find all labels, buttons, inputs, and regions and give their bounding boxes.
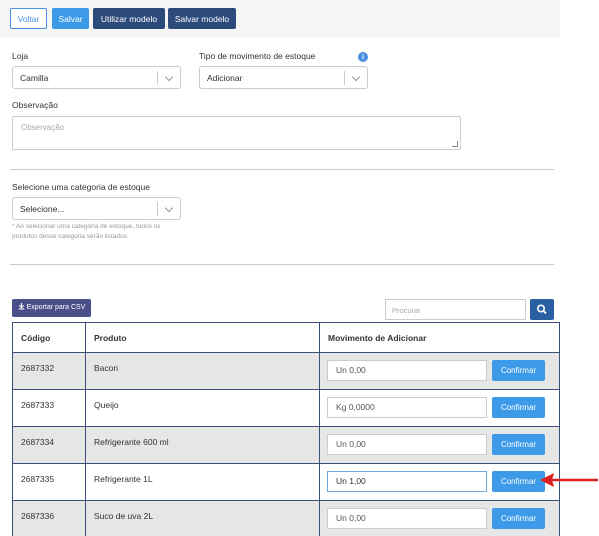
search-input[interactable]: Procurar — [385, 299, 526, 320]
search-icon — [537, 304, 547, 315]
export-csv-button[interactable]: Exportar para CSV — [12, 299, 91, 317]
tipo-movimento-label: Tipo de movimento de estoque — [199, 51, 316, 61]
categoria-value: Selecione... — [20, 204, 65, 214]
search-button[interactable] — [530, 299, 554, 320]
table-row: 2687334 Refrigerante 600 ml Un 0,00 Conf… — [12, 426, 560, 464]
codigo-cell: 2687332 — [12, 352, 86, 390]
table-header-row: Código Produto Movimento de Adicionar — [12, 322, 560, 353]
confirmar-button[interactable]: Confirmar — [492, 434, 545, 455]
observacao-placeholder: Observação — [21, 123, 65, 132]
quantity-input[interactable]: Un 1,00 — [327, 471, 487, 492]
table-row: 2687335 Refrigerante 1L Un 1,00 Confirma… — [12, 463, 560, 501]
table-row: 2687333 Queijo Kg 0,0000 Confirmar — [12, 389, 560, 427]
resize-grip-icon[interactable] — [452, 141, 458, 147]
voltar-button[interactable]: Voltar — [10, 8, 47, 29]
salvar-button[interactable]: Salvar — [52, 8, 89, 29]
chevron-down-icon — [164, 72, 174, 82]
header-movimento: Movimento de Adicionar — [319, 322, 560, 353]
categoria-note: * Ao selecionar uma categoria de estoque… — [12, 223, 161, 240]
produto-cell: Queijo — [85, 389, 320, 427]
codigo-cell: 2687335 — [12, 463, 86, 501]
products-table: Código Produto Movimento de Adicionar 26… — [12, 322, 560, 536]
loja-value: Camilla — [20, 73, 49, 83]
divider — [10, 264, 554, 265]
categoria-label: Selecione uma categoria de estoque — [12, 182, 150, 192]
header-codigo: Código — [12, 322, 86, 353]
produto-cell: Suco de uva 2L — [85, 500, 320, 536]
produto-cell: Bacon — [85, 352, 320, 390]
confirmar-button[interactable]: Confirmar — [492, 508, 545, 529]
movimento-cell: Un 0,00 Confirmar — [319, 500, 560, 536]
red-arrow-annotation — [540, 473, 598, 487]
confirmar-button[interactable]: Confirmar — [492, 360, 545, 381]
loja-label: Loja — [12, 51, 29, 61]
movimento-cell: Un 0,00 Confirmar — [319, 426, 560, 464]
observacao-textarea[interactable]: Observação — [12, 116, 461, 150]
divider — [10, 169, 554, 170]
quantity-input[interactable]: Un 0,00 — [327, 508, 487, 529]
observacao-label: Observação — [12, 100, 58, 110]
export-csv-label: Exportar para CSV — [26, 304, 86, 311]
produto-cell: Refrigerante 1L — [85, 463, 320, 501]
codigo-cell: 2687336 — [12, 500, 86, 536]
confirmar-button[interactable]: Confirmar — [492, 397, 545, 418]
select-separator — [157, 71, 158, 85]
categoria-select[interactable]: Selecione... — [12, 197, 181, 220]
select-separator — [344, 71, 345, 85]
movimento-cell: Un 1,00 Confirmar — [319, 463, 560, 501]
chevron-down-icon — [351, 72, 361, 82]
salvar-modelo-button[interactable]: Salvar modelo — [168, 8, 236, 29]
search-placeholder: Procurar — [392, 306, 421, 315]
movimento-cell: Kg 0,0000 Confirmar — [319, 389, 560, 427]
chevron-down-icon — [164, 203, 174, 213]
table-row: 2687336 Suco de uva 2L Un 0,00 Confirmar — [12, 500, 560, 536]
produto-cell: Refrigerante 600 ml — [85, 426, 320, 464]
loja-select[interactable]: Camilla — [12, 66, 181, 89]
toolbar: Voltar Salvar Utilizar modelo Salvar mod… — [0, 0, 560, 37]
table-row: 2687332 Bacon Un 0,00 Confirmar — [12, 352, 560, 390]
info-icon[interactable]: i — [358, 52, 368, 62]
quantity-input[interactable]: Un 0,00 — [327, 360, 487, 381]
download-icon — [18, 303, 24, 310]
header-produto: Produto — [85, 322, 320, 353]
tipo-movimento-value: Adicionar — [207, 73, 243, 83]
utilizar-modelo-button[interactable]: Utilizar modelo — [93, 8, 165, 29]
movimento-cell: Un 0,00 Confirmar — [319, 352, 560, 390]
codigo-cell: 2687333 — [12, 389, 86, 427]
codigo-cell: 2687334 — [12, 426, 86, 464]
quantity-input[interactable]: Kg 0,0000 — [327, 397, 487, 418]
select-separator — [157, 202, 158, 216]
tipo-movimento-select[interactable]: Adicionar — [199, 66, 368, 89]
quantity-input[interactable]: Un 0,00 — [327, 434, 487, 455]
